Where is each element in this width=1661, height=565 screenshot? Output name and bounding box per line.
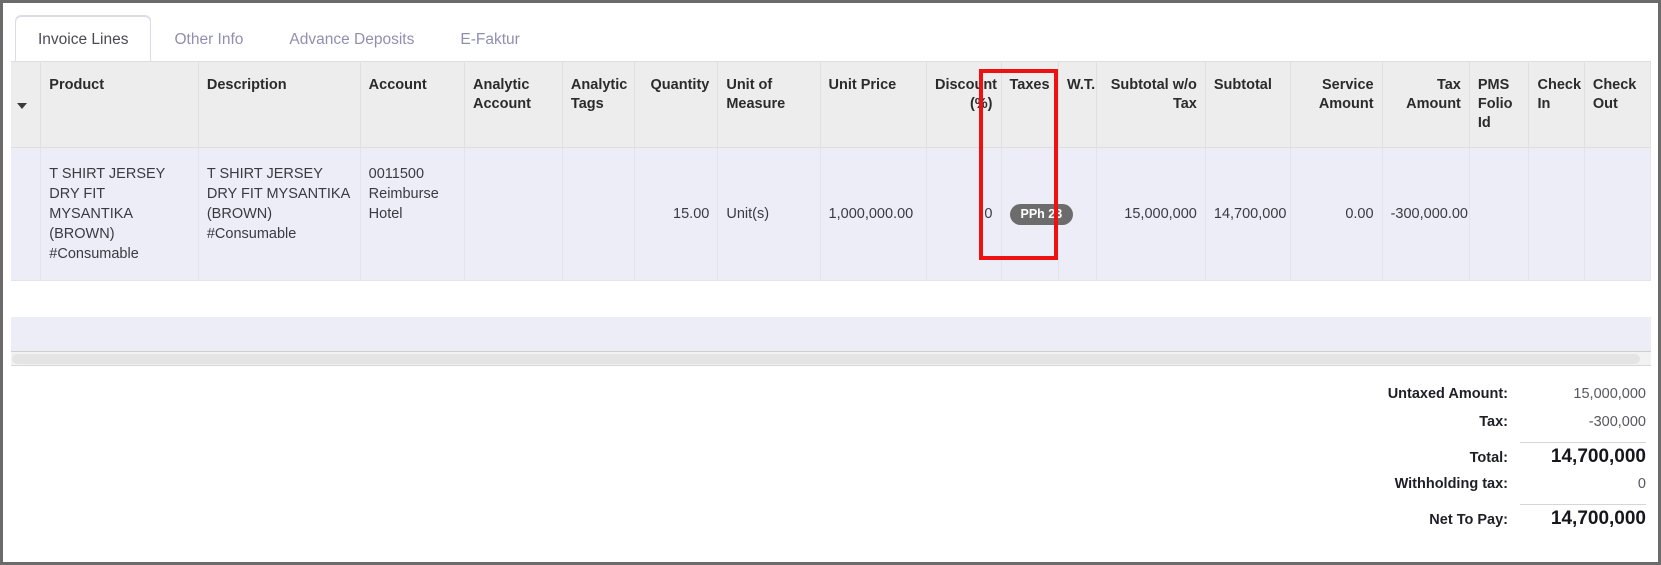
- col-label: Account: [368, 77, 427, 93]
- col-header-subtotal-wo-tax[interactable]: Subtotal w/o Tax: [1096, 61, 1206, 148]
- col-label: Quantity: [650, 77, 710, 93]
- col-label: Service Amount: [1318, 77, 1374, 112]
- col-header-account[interactable]: Account: [360, 61, 465, 148]
- totals-value: 14,700,000: [1520, 504, 1646, 530]
- col-header-unit-price[interactable]: Unit Price: [820, 61, 927, 148]
- invoice-lines-table: Product Description Account Analytic Acc…: [11, 61, 1652, 381]
- col-label: Product: [49, 77, 105, 93]
- totals-label: Total:: [1469, 450, 1508, 466]
- cell-description[interactable]: T SHIRT JERSEY DRY FIT MYSANTIKA (BROWN)…: [198, 147, 361, 281]
- col-header-product[interactable]: Product: [40, 61, 199, 148]
- col-label: Unit of Measure: [726, 77, 786, 112]
- totals-row-total: Total: 14,700,000: [1346, 442, 1646, 476]
- col-header-check-in[interactable]: Check In: [1528, 61, 1585, 148]
- col-header-analytic-tags[interactable]: Analytic Tags: [562, 61, 636, 148]
- cell-taxes[interactable]: PPh 23: [1001, 147, 1074, 281]
- scrollbar-thumb[interactable]: [12, 354, 1640, 364]
- cell-analytic-account[interactable]: [464, 147, 563, 281]
- horizontal-scrollbar[interactable]: [11, 351, 1651, 366]
- col-header-pms-folio-id[interactable]: PMS Folio Id: [1469, 61, 1530, 148]
- cell-unit-of-measure[interactable]: Unit(s): [717, 147, 821, 281]
- col-header-quantity[interactable]: Quantity: [634, 61, 719, 148]
- col-header-wt[interactable]: W.T.: [1058, 61, 1098, 148]
- col-label: Tax Amount: [1406, 77, 1461, 112]
- col-label: Discount (%): [934, 77, 998, 112]
- caret-down-icon[interactable]: [17, 103, 27, 109]
- col-label: Subtotal w/o Tax: [1110, 77, 1197, 112]
- row-sort-handle-header[interactable]: [11, 61, 42, 148]
- invoice-form-panel: Invoice Lines Other Info Advance Deposit…: [0, 0, 1661, 565]
- cell-pms-folio-id[interactable]: [1469, 147, 1530, 281]
- totals-panel: Untaxed Amount: 15,000,000 Tax: -300,000…: [1346, 386, 1646, 538]
- col-label: Check In: [1537, 77, 1582, 112]
- table-add-line-row[interactable]: [11, 316, 1651, 355]
- tab-label: Advance Deposits: [289, 31, 415, 48]
- col-header-service-amount[interactable]: Service Amount: [1290, 61, 1383, 148]
- cell-account[interactable]: 0011500 Reimburse Hotel: [360, 147, 465, 281]
- tab-e-faktur[interactable]: E-Faktur: [437, 16, 542, 62]
- col-label: PMS Folio Id: [1477, 77, 1513, 131]
- tax-tag-badge[interactable]: PPh 23: [1009, 203, 1074, 225]
- tab-label: E-Faktur: [460, 31, 520, 48]
- cell-unit-price[interactable]: 1,000,000.00: [820, 147, 927, 281]
- tab-label: Other Info: [174, 31, 244, 48]
- cell-check-out[interactable]: [1584, 147, 1652, 281]
- cell-analytic-tags[interactable]: [562, 147, 636, 281]
- totals-row-net-to-pay: Net To Pay: 14,700,000: [1346, 504, 1646, 538]
- cell-discount[interactable]: 0: [926, 147, 1002, 281]
- col-header-taxes[interactable]: Taxes: [1001, 61, 1059, 148]
- totals-value: 0: [1637, 476, 1646, 492]
- totals-value: 14,700,000: [1520, 442, 1646, 468]
- cell-product[interactable]: T SHIRT JERSEY DRY FIT MYSANTIKA (BROWN)…: [40, 147, 199, 281]
- table-empty-cell[interactable]: [11, 280, 1651, 317]
- cell-tax-amount[interactable]: -300,000.00: [1382, 147, 1470, 281]
- totals-row-untaxed-amount: Untaxed Amount: 15,000,000: [1346, 386, 1646, 414]
- invoice-lines-table-wrapper: Product Description Account Analytic Acc…: [11, 61, 1652, 381]
- col-label: W.T.: [1066, 77, 1096, 93]
- tab-advance-deposits[interactable]: Advance Deposits: [266, 16, 437, 62]
- col-header-subtotal[interactable]: Subtotal: [1205, 61, 1292, 148]
- totals-value: -300,000: [1588, 414, 1646, 430]
- col-header-check-out[interactable]: Check Out: [1584, 61, 1652, 148]
- col-header-description[interactable]: Description: [198, 61, 361, 148]
- col-label: Check Out: [1592, 77, 1637, 112]
- col-label: Analytic Account: [472, 77, 531, 112]
- col-label: Description: [206, 77, 287, 93]
- tab-label: Invoice Lines: [38, 31, 129, 48]
- cell-check-in[interactable]: [1528, 147, 1585, 281]
- col-header-unit-of-measure[interactable]: Unit of Measure: [717, 61, 821, 148]
- cell-quantity[interactable]: 15.00: [634, 147, 719, 281]
- totals-label: Withholding tax:: [1394, 476, 1508, 492]
- table-empty-row[interactable]: [11, 280, 1651, 317]
- totals-row-withholding-tax: Withholding tax: 0: [1346, 476, 1646, 504]
- tab-invoice-lines[interactable]: Invoice Lines: [15, 16, 152, 62]
- col-label: Unit Price: [828, 77, 897, 93]
- cell-service-amount[interactable]: 0.00: [1290, 147, 1383, 281]
- col-label: Taxes: [1009, 77, 1050, 93]
- totals-value: 15,000,000: [1573, 386, 1646, 402]
- col-label: Subtotal: [1213, 77, 1272, 93]
- row-drag-handle[interactable]: [11, 147, 42, 281]
- col-header-tax-amount[interactable]: Tax Amount: [1382, 61, 1470, 148]
- col-header-discount[interactable]: Discount (%): [926, 61, 1002, 148]
- totals-label: Net To Pay:: [1429, 512, 1508, 528]
- totals-label: Tax:: [1479, 414, 1508, 430]
- col-label: Analytic Tags: [570, 77, 628, 112]
- totals-row-tax: Tax: -300,000: [1346, 414, 1646, 442]
- tab-other-info[interactable]: Other Info: [151, 16, 266, 62]
- totals-label: Untaxed Amount:: [1387, 386, 1508, 402]
- tab-bar: Invoice Lines Other Info Advance Deposit…: [3, 3, 1658, 62]
- cell-subtotal-wo-tax[interactable]: 15,000,000: [1096, 147, 1206, 281]
- col-header-analytic-account[interactable]: Analytic Account: [464, 61, 563, 148]
- table-row[interactable]: T SHIRT JERSEY DRY FIT MYSANTIKA (BROWN)…: [11, 147, 1652, 281]
- table-add-line-cell[interactable]: [11, 316, 1651, 355]
- table-header-row: Product Description Account Analytic Acc…: [11, 61, 1652, 148]
- cell-subtotal[interactable]: 14,700,000: [1205, 147, 1292, 281]
